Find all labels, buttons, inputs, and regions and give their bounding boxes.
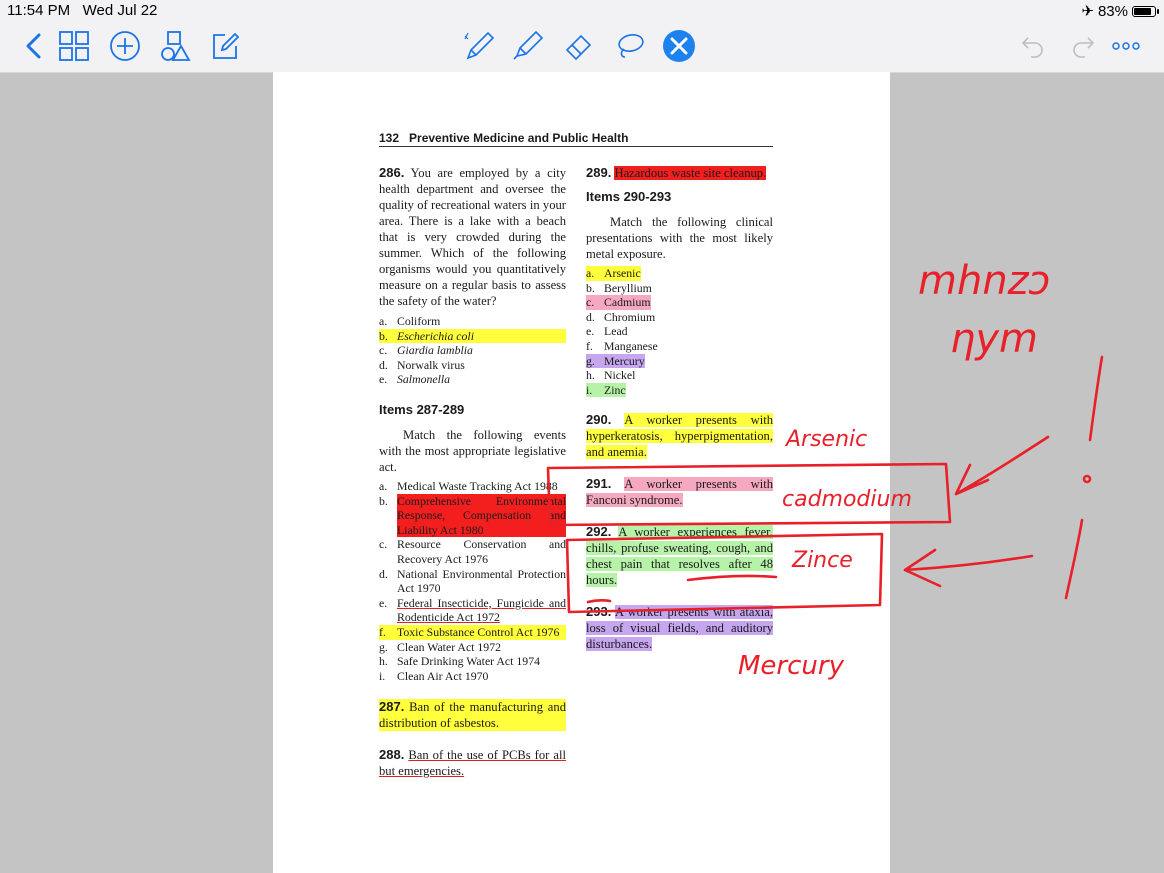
undo-button[interactable] xyxy=(1015,26,1051,66)
ink-exclaim-2 xyxy=(1064,518,1084,600)
left-column: 286. You are employed by a city health d… xyxy=(379,165,566,779)
highlighter-tool-button[interactable] xyxy=(511,26,547,66)
pen-tool-button[interactable] xyxy=(461,26,497,66)
option-290-b: b. Beryllium xyxy=(586,280,652,295)
option-286-c: c. Giardia lamblia xyxy=(379,343,473,358)
option-290-d: d. Chromium xyxy=(586,309,656,324)
option-290-f: f. Manganese xyxy=(586,338,658,353)
ink-exclaim-1 xyxy=(1088,355,1104,442)
more-icon xyxy=(1112,42,1140,50)
question-287: 287. Ban of the manufacturing and distri… xyxy=(379,699,566,732)
edit-icon xyxy=(213,32,240,59)
lasso-tool-button[interactable] xyxy=(611,26,647,66)
option-290-g: g. Mercury xyxy=(586,353,645,369)
option-287-e: e. Federal Insecticide, Fungicide and Rod… xyxy=(379,595,566,625)
more-button[interactable] xyxy=(1108,26,1144,66)
option-290-c: c. Cadmium xyxy=(586,295,651,310)
highlighter-icon xyxy=(513,30,544,60)
document-page[interactable]: 132 Preventive Medicine and Public Health… xyxy=(273,72,890,873)
option-287-d: d. National Environmental Protection Act … xyxy=(379,566,566,596)
option-286-e: e. Salmonella xyxy=(379,372,451,387)
status-right: ✈ 83% xyxy=(1081,2,1159,20)
option-287-i: i. Clean Air Act 1970 xyxy=(379,668,489,683)
page-header: 132 Preventive Medicine and Public Health xyxy=(379,131,773,147)
option-286-d: d. Norwalk virus xyxy=(379,357,465,372)
question-293: 293. A worker presents with ataxia, loss… xyxy=(586,604,773,652)
option-290-e: e. Lead xyxy=(586,324,628,339)
ink-exclaim-dot xyxy=(1082,474,1092,484)
right-column: 289. Hazardous waste site cleanup. Items… xyxy=(586,165,773,652)
close-icon xyxy=(663,30,695,62)
add-circle-icon xyxy=(110,31,140,61)
question-292: 292. A worker experiences fever, chills,… xyxy=(586,524,773,588)
question-291: 291. A worker presents with Fanconi synd… xyxy=(586,476,773,508)
back-button[interactable] xyxy=(16,26,52,66)
status-time: 11:54 PM Wed Jul 22 xyxy=(7,2,158,19)
lasso-icon xyxy=(618,33,644,58)
redo-icon xyxy=(1073,37,1095,58)
items-290-heading: Items 290-293 xyxy=(586,189,672,204)
question-289: 289. Hazardous waste site cleanup. xyxy=(586,165,767,180)
redo-button[interactable] xyxy=(1065,26,1101,66)
option-287-h: h. Safe Drinking Water Act 1974 xyxy=(379,654,540,669)
toolbar xyxy=(0,22,1164,89)
option-287-b: b. Comprehensive Environmental Response, … xyxy=(379,493,566,538)
option-290-a: a. Arsenic xyxy=(586,266,641,281)
pen-icon xyxy=(464,31,495,60)
battery-percent: 83% xyxy=(1097,2,1128,20)
option-286-a: a. Coliform xyxy=(379,314,441,328)
edit-button[interactable] xyxy=(207,26,243,66)
status-bar: 11:54 PM Wed Jul 22 ✈ 83% xyxy=(0,0,1164,22)
undo-icon xyxy=(1021,37,1043,58)
question-290: 290. A worker presents with hyperkeratos… xyxy=(586,412,773,460)
ink-arrow-2 xyxy=(903,548,1034,588)
option-287-a: a. Medical Waste Tracking Act 1988 xyxy=(379,478,558,493)
grid-icon xyxy=(59,31,89,61)
add-page-button[interactable] xyxy=(107,26,143,66)
items-287-intro: Match the following events with the most… xyxy=(379,427,566,474)
question-288: 288. Ban of the use of PCBs for all but … xyxy=(379,747,566,779)
option-290-i: i. Zinc xyxy=(586,382,626,398)
close-tools-button[interactable] xyxy=(661,26,697,66)
thumbnails-button[interactable] xyxy=(56,26,92,66)
ink-note-top-2: ηym xyxy=(950,316,1038,362)
back-chevron-icon xyxy=(26,33,41,59)
option-286-b: b. Escherichia coli xyxy=(379,328,566,344)
question-286: 286. You are employed by a city health d… xyxy=(379,165,566,308)
items-290-intro: Match the following clinical presentatio… xyxy=(586,215,773,261)
option-290-h: h. Nickel xyxy=(586,368,636,383)
eraser-tool-button[interactable] xyxy=(561,26,597,66)
eraser-icon xyxy=(565,34,592,61)
items-287-heading: Items 287-289 xyxy=(379,401,465,417)
ink-note-top-1: mhnzɔ xyxy=(918,258,1051,304)
option-287-g: g. Clean Water Act 1972 xyxy=(379,639,501,654)
option-287-f: f. Toxic Substance Control Act 1976 xyxy=(379,624,566,640)
shapes-icon xyxy=(161,31,191,61)
ink-arrow-1 xyxy=(954,435,1050,496)
option-287-c: c. Resource Conservation and Recovery Act… xyxy=(379,537,566,566)
shapes-button[interactable] xyxy=(157,26,193,66)
battery-icon xyxy=(1132,5,1159,17)
airplane-icon: ✈ xyxy=(1081,3,1094,20)
